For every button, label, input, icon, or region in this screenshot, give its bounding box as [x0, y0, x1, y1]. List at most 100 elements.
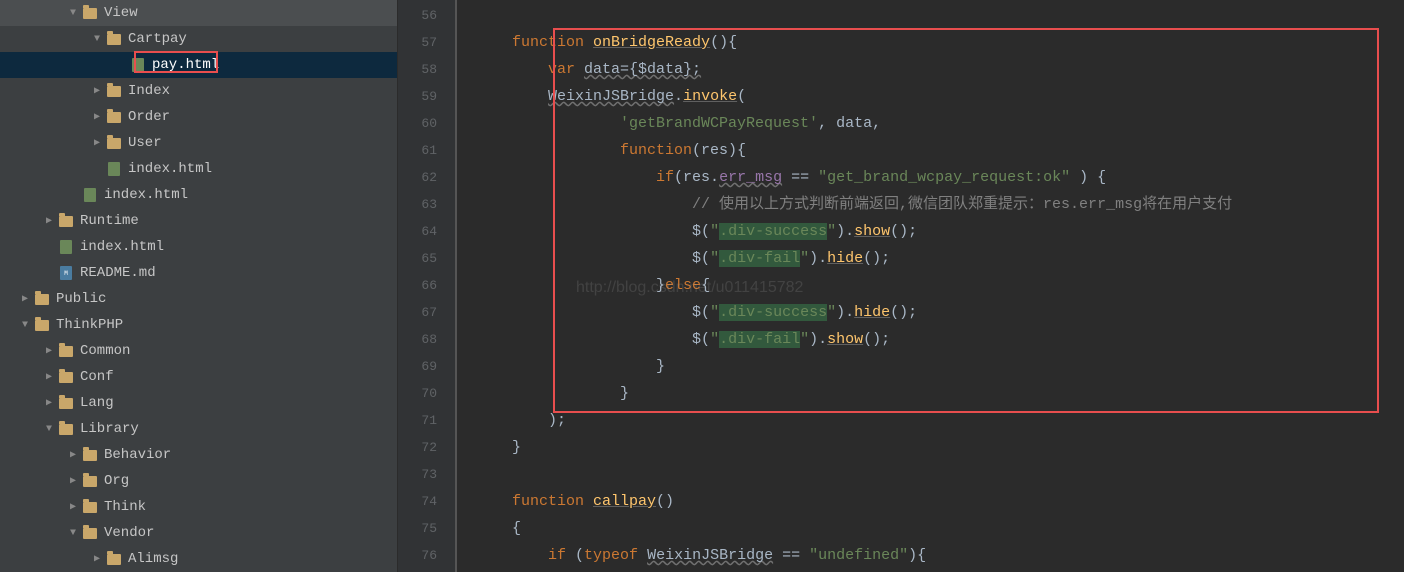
tree-arrow-icon[interactable]: ▼ — [42, 424, 56, 435]
line-number: 71 — [398, 407, 455, 434]
line-number: 58 — [398, 56, 455, 83]
tree-item-org[interactable]: ▶Org — [0, 468, 397, 494]
project-tree-sidebar[interactable]: ▼View▼Cartpaypay.html▶Index▶Order▶Userin… — [0, 0, 398, 572]
folder-icon — [34, 292, 50, 306]
code-line[interactable]: } — [476, 380, 1404, 407]
tree-arrow-icon[interactable]: ▼ — [18, 320, 32, 331]
code-line[interactable]: } — [476, 353, 1404, 380]
tree-item-vendor[interactable]: ▼Vendor — [0, 520, 397, 546]
tree-item-thinkphp[interactable]: ▼ThinkPHP — [0, 312, 397, 338]
folder-icon — [58, 422, 74, 436]
code-line[interactable]: 'getBrandWCPayRequest', data, — [476, 110, 1404, 137]
line-number: 69 — [398, 353, 455, 380]
html-file-icon — [82, 188, 98, 202]
tree-item-label: Runtime — [80, 213, 139, 229]
code-line[interactable] — [476, 2, 1404, 29]
code-editor[interactable]: 5657585960616263646566676869707172737475… — [398, 0, 1404, 572]
code-line[interactable]: if(res.err_msg == "get_brand_wcpay_reque… — [476, 164, 1404, 191]
tree-arrow-icon[interactable]: ▶ — [42, 397, 56, 409]
tree-item-label: User — [128, 135, 162, 151]
code-line[interactable]: $(".div-fail").show(); — [476, 326, 1404, 353]
tree-arrow-icon[interactable]: ▶ — [42, 371, 56, 383]
tree-item-behavior[interactable]: ▶Behavior — [0, 442, 397, 468]
tree-item-label: index.html — [128, 161, 212, 177]
tree-item-label: README.md — [80, 265, 156, 281]
tree-item-label: Cartpay — [128, 31, 187, 47]
code-line[interactable]: WeixinJSBridge.invoke( — [476, 83, 1404, 110]
line-number: 59 — [398, 83, 455, 110]
tree-item-think[interactable]: ▶ Think — [0, 494, 397, 520]
tree-item-label: Lang — [80, 395, 114, 411]
folder-icon — [34, 318, 50, 332]
tree-arrow-icon[interactable]: ▶ — [66, 501, 80, 513]
line-number: 70 — [398, 380, 455, 407]
tree-item-label: Library — [80, 421, 139, 437]
html-file-icon — [58, 240, 74, 254]
tree-item-user[interactable]: ▶ User — [0, 130, 397, 156]
folder-icon — [82, 500, 98, 514]
tree-item-order[interactable]: ▶Order — [0, 104, 397, 130]
code-line[interactable]: // 使用以上方式判断前端返回,微信团队郑重提示：res.err_msg将在用户… — [476, 191, 1404, 218]
tree-item-index-html[interactable]: index.html — [0, 234, 397, 260]
folder-icon — [58, 370, 74, 384]
code-line[interactable]: function onBridgeReady(){ — [476, 29, 1404, 56]
code-line[interactable]: var data={$data}; — [476, 56, 1404, 83]
folder-icon — [106, 136, 122, 150]
tree-item-label: Think — [104, 499, 146, 515]
tree-arrow-icon[interactable]: ▶ — [66, 475, 80, 487]
tree-item-common[interactable]: ▶ Common — [0, 338, 397, 364]
tree-arrow-icon[interactable]: ▶ — [90, 553, 104, 565]
line-number: 67 — [398, 299, 455, 326]
folder-icon — [106, 110, 122, 124]
code-line[interactable]: $(".div-fail").hide(); — [476, 245, 1404, 272]
tree-item-alimsg[interactable]: ▶Alimsg — [0, 546, 397, 572]
tree-arrow-icon[interactable]: ▼ — [66, 528, 80, 539]
code-line[interactable]: $(".div-success").hide(); — [476, 299, 1404, 326]
code-line[interactable]: $(".div-success").show(); — [476, 218, 1404, 245]
line-number: 68 — [398, 326, 455, 353]
tree-item-index-html[interactable]: index.html — [0, 156, 397, 182]
tree-item-index-html[interactable]: index.html — [0, 182, 397, 208]
tree-arrow-icon[interactable]: ▶ — [90, 111, 104, 123]
tree-arrow-icon[interactable]: ▼ — [90, 34, 104, 45]
folder-icon — [82, 448, 98, 462]
folder-icon — [106, 84, 122, 98]
code-area[interactable]: function onBridgeReady(){ var data={$dat… — [456, 0, 1404, 572]
line-number: 75 — [398, 515, 455, 542]
code-line[interactable]: if (typeof WeixinJSBridge == "undefined"… — [476, 542, 1404, 569]
folder-icon — [82, 526, 98, 540]
tree-arrow-icon[interactable]: ▶ — [42, 215, 56, 227]
tree-item-label: Public — [56, 291, 106, 307]
code-line[interactable]: function callpay() — [476, 488, 1404, 515]
tree-item-runtime[interactable]: ▶ Runtime — [0, 208, 397, 234]
tree-arrow-icon[interactable]: ▶ — [42, 345, 56, 357]
tree-item-conf[interactable]: ▶Conf — [0, 364, 397, 390]
tree-item-pay-html[interactable]: pay.html — [0, 52, 397, 78]
tree-item-index[interactable]: ▶Index — [0, 78, 397, 104]
tree-item-readme-md[interactable]: MREADME.md — [0, 260, 397, 286]
html-file-icon — [106, 162, 122, 176]
tree-arrow-icon[interactable]: ▶ — [90, 85, 104, 97]
code-line[interactable]: function(res){ — [476, 137, 1404, 164]
folder-icon — [58, 396, 74, 410]
code-line[interactable] — [476, 461, 1404, 488]
line-number: 62 — [398, 164, 455, 191]
tree-item-public[interactable]: ▶ Public — [0, 286, 397, 312]
folder-icon — [58, 214, 74, 228]
code-line[interactable]: } — [476, 434, 1404, 461]
tree-item-label: index.html — [104, 187, 188, 203]
tree-item-lang[interactable]: ▶ Lang — [0, 390, 397, 416]
tree-arrow-icon[interactable]: ▶ — [90, 137, 104, 149]
tree-arrow-icon[interactable]: ▶ — [18, 293, 32, 305]
folder-icon — [106, 32, 122, 46]
code-line[interactable]: }else{ — [476, 272, 1404, 299]
tree-item-label: pay.html — [152, 57, 219, 73]
tree-arrow-icon[interactable]: ▼ — [66, 8, 80, 19]
tree-arrow-icon[interactable]: ▶ — [66, 449, 80, 461]
code-line[interactable]: { — [476, 515, 1404, 542]
tree-item-cartpay[interactable]: ▼ Cartpay — [0, 26, 397, 52]
code-line[interactable]: ); — [476, 407, 1404, 434]
tree-item-label: Common — [80, 343, 130, 359]
tree-item-view[interactable]: ▼View — [0, 0, 397, 26]
tree-item-library[interactable]: ▼ Library — [0, 416, 397, 442]
